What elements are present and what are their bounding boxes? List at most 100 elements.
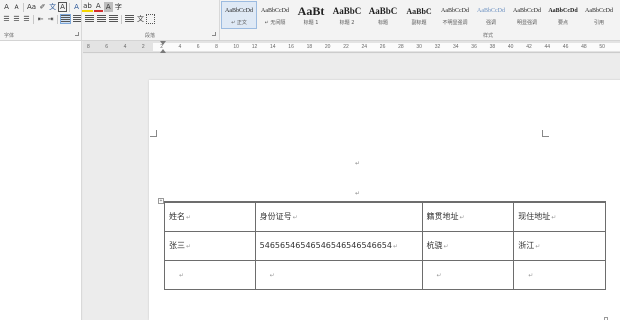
line-spacing-icon [125,15,134,23]
cell-text: 张三 [169,241,185,250]
increase-indent-button[interactable]: ⇥ [46,14,55,24]
text-effect-button[interactable]: A [72,2,81,12]
style-preview: AaBbCcDd [585,8,613,14]
style-item[interactable]: AaBbCcDd ↵ 无间隔 [257,1,293,29]
font-dialog-launcher[interactable] [75,32,79,36]
table-cell[interactable]: 姓名↵ [164,201,256,232]
style-name: 强调 [485,20,496,26]
table-cell[interactable]: ↵ [513,259,606,290]
multilevel-list-button[interactable]: ☰ [22,14,31,24]
highlight-button[interactable]: ab [82,2,93,12]
grow-font-button[interactable]: A [2,2,11,12]
borders-button[interactable] [146,14,155,24]
align-left-button[interactable] [60,14,71,24]
style-preview: AaBt [297,3,325,18]
crop-mark-top-right [542,130,549,137]
ruler-number: 44 [544,44,551,50]
enclose-char-button[interactable]: 字 [114,2,123,12]
table-cell[interactable]: 54656546546546546546546654↵ [254,230,423,261]
style-item[interactable]: AaBbCcDd 明显强调 [509,1,545,29]
cell-end-mark: ↵ [186,243,192,250]
decrease-indent-button[interactable]: ⇤ [36,14,45,24]
line-spacing-button[interactable] [124,14,135,24]
document-canvas[interactable]: ↵ ↵ + 姓名↵ 身份证号↵ 籍贯地址↵ 现住地址↵ 张三↵ 5465654654654… [83,54,620,320]
cell-end-mark: ↵ [528,272,534,279]
horizontal-ruler[interactable]: 8 6 4 2 2 4 6 8 10 12 14 16 18 20 22 24 26 28 30 32 34 36 38 40… [83,41,620,53]
separator [121,14,122,24]
font-group: A A Aa ✐ 文 A A ab A A 字 [2,1,123,13]
style-item[interactable]: AaBbC 标题 2 [329,1,365,29]
char-border-button[interactable]: A [58,2,68,12]
char-shading-button[interactable]: A [103,2,113,12]
cell-end-mark: ↵ [179,272,185,279]
style-item[interactable]: AaBbCcDd 引用 [581,1,617,29]
distributed-button[interactable] [108,14,119,24]
cell-end-mark: ↵ [392,243,399,250]
paragraph-mark: ↵ [355,190,361,197]
styles-group-label: 样式 [483,33,494,39]
numbering-button[interactable]: ☰ [12,14,21,24]
style-item[interactable]: AaBbC 标题 [365,1,401,29]
table-cell[interactable]: 身份证号↵ [254,201,423,232]
table-row: 张三↵ 54656546546546546546546654↵ 杭骁↵ 浙江↵ [164,230,606,261]
navigation-pane [0,41,82,320]
style-name: 明显强调 [516,20,537,26]
ruler-number: 50 [599,44,605,50]
ruler-number: 10 [233,44,239,50]
cell-end-mark: ↵ [551,214,557,222]
style-item[interactable]: AaBbCcDd 要点 [545,1,581,29]
style-preview: AaBbC [368,6,398,16]
table-row: 姓名↵ 身份证号↵ 籍贯地址↵ 现住地址↵ [164,201,606,232]
ruler-number: 24 [361,44,368,50]
table-cell[interactable]: ↵ [421,259,515,290]
style-item[interactable]: AaBbCcDd 不明显强调 [437,1,473,29]
style-preview: AaBbCcDd [441,8,469,14]
ruler-number: 20 [324,44,331,50]
ruler-number: 48 [581,44,587,50]
table-cell[interactable]: 籍贯地址↵ [421,201,515,232]
table-cell[interactable]: 张三↵ [164,230,256,261]
align-right-button[interactable] [84,14,95,24]
style-name: 副标题 [411,20,427,26]
clear-format-button[interactable]: ✐ [38,2,47,12]
font-color-button[interactable]: A [93,2,103,12]
ribbon: A A Aa ✐ 文 A A ab A A 字 ☰ ☰ ☰ ⇤ ⇥ 文 AaBb… [0,0,620,41]
style-item[interactable]: AaBbCcDd 强调 [473,1,509,29]
table-cell[interactable]: 浙江↵ [513,230,606,261]
table-cell[interactable]: ↵ [164,259,256,290]
change-case-button[interactable]: Aa [26,2,37,12]
ruler-number: 8 [87,44,90,50]
ruler-number: 2 [141,44,145,50]
shrink-font-button[interactable]: A [12,2,21,12]
justify-button[interactable] [96,14,107,24]
style-item[interactable]: AaBbC 副标题 [401,1,437,29]
ruler-number: 4 [178,44,182,50]
cell-end-mark: ↵ [443,243,449,250]
document-page[interactable]: ↵ ↵ + 姓名↵ 身份证号↵ 籍贯地址↵ 现住地址↵ 张三↵ 5465654654654… [149,80,620,320]
paragraph-dialog-launcher[interactable] [212,32,216,36]
table-cell[interactable]: 现住地址↵ [513,201,606,232]
shading-button[interactable]: 文 [136,14,145,24]
style-name: 不明显强调 [442,20,468,26]
ruler-number: 36 [471,44,477,50]
phonetic-guide-button[interactable]: 文 [48,2,57,12]
paragraph-group: ☰ ☰ ☰ ⇤ ⇥ 文 [2,13,155,25]
cell-end-mark: ↵ [292,214,298,222]
hanging-indent-marker[interactable] [160,49,166,53]
ruler-number: 38 [489,44,496,50]
table-cell[interactable]: ↵ [254,259,423,290]
style-item[interactable]: AaBt 标题 1 [293,1,329,29]
align-right-icon [85,15,94,23]
cell-text: 54656546546546546546546654 [259,241,392,250]
document-table[interactable]: 姓名↵ 身份证号↵ 籍贯地址↵ 现住地址↵ 张三↵ 5465654654654654654… [164,201,606,290]
bullets-button[interactable]: ☰ [2,14,11,24]
ruler-number: 22 [343,44,349,50]
table-cell[interactable]: 杭骁↵ [421,230,515,261]
separator [57,14,58,24]
first-line-indent-marker[interactable] [160,41,166,45]
ruler-number: 12 [251,44,258,50]
cell-end-mark: ↵ [269,272,275,279]
style-preview: AaBbCcDd [477,8,505,14]
ruler-number: 14 [270,44,276,50]
style-item[interactable]: AaBbCcDd ↵ 正文 [221,1,257,29]
